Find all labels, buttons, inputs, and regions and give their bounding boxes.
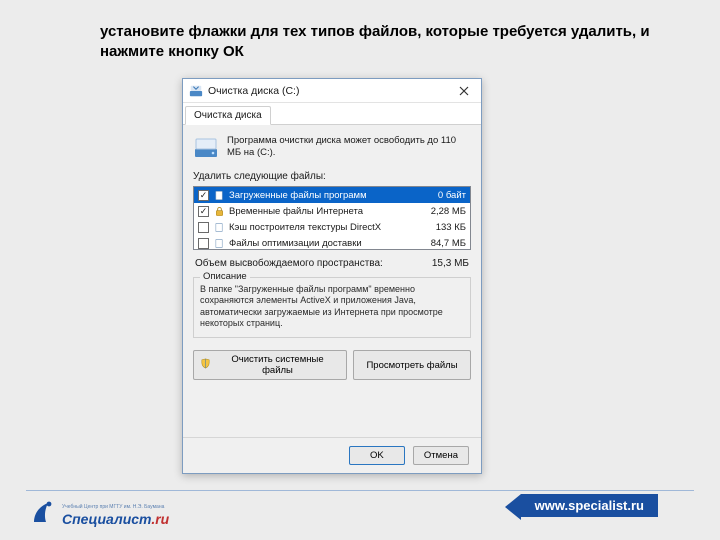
file-type-size: 84,7 МБ [418, 238, 466, 249]
logo-mark-icon [30, 498, 58, 526]
specialist-logo: Учебный Центр при МГТУ им. Н.Э. Баумана … [30, 498, 169, 526]
tabstrip: Очистка диска [183, 103, 481, 125]
view-files-label: Просмотреть файлы [366, 360, 457, 371]
description-group: Описание В папке "Загруженные файлы прог… [193, 277, 471, 338]
checkbox[interactable]: ✓ [198, 190, 209, 201]
view-files-button[interactable]: Просмотреть файлы [353, 350, 471, 380]
list-label: Удалить следующие файлы: [193, 171, 471, 182]
disk-cleanup-icon [189, 84, 203, 98]
checkbox[interactable] [198, 222, 209, 233]
file-type-name: Загруженные файлы программ [229, 190, 414, 201]
file-type-row[interactable]: Файлы оптимизации доставки 84,7 МБ [194, 235, 470, 250]
total-label: Объем высвобождаемого пространства: [195, 258, 383, 269]
file-type-size: 133 КБ [418, 222, 466, 233]
logo-subtitle: Учебный Центр при МГТУ им. Н.Э. Баумана [62, 505, 169, 510]
footer-divider [26, 490, 694, 491]
info-text: Программа очистки диска может освободить… [227, 135, 471, 161]
total-row: Объем высвобождаемого пространства: 15,3… [195, 258, 469, 269]
checkbox[interactable]: ✓ [198, 206, 209, 217]
dialog-footer: OK Отмена [183, 437, 481, 473]
ok-button[interactable]: OK [349, 446, 405, 465]
file-type-name: Файлы оптимизации доставки [229, 238, 414, 249]
disk-cleanup-window: Очистка диска (C:) Очистка диска Програм… [182, 78, 482, 474]
file-type-size: 2,28 МБ [418, 206, 466, 217]
slide-instruction: установите флажки для тех типов файлов, … [100, 22, 660, 63]
checkbox[interactable] [198, 238, 209, 249]
drive-icon [193, 135, 219, 161]
description-text: В папке "Загруженные файлы программ" вре… [200, 284, 464, 329]
file-icon [213, 237, 225, 249]
window-title: Очистка диска (C:) [208, 85, 447, 97]
file-type-row[interactable]: ✓ Временные файлы Интернета 2,28 МБ [194, 203, 470, 219]
file-type-name: Временные файлы Интернета [229, 206, 414, 217]
clean-system-files-label: Очистить системные файлы [215, 354, 340, 376]
cancel-button[interactable]: Отмена [413, 446, 469, 465]
shield-icon [200, 358, 211, 372]
titlebar: Очистка диска (C:) [183, 79, 481, 103]
tab-disk-cleanup[interactable]: Очистка диска [185, 106, 271, 125]
clean-system-files-button[interactable]: Очистить системные файлы [193, 350, 347, 380]
footer-url: www.specialist.ru [521, 494, 658, 517]
lock-icon [213, 205, 225, 217]
file-type-size: 0 байт [418, 190, 466, 201]
file-type-row[interactable]: Кэш построителя текстуры DirectX 133 КБ [194, 219, 470, 235]
total-value: 15,3 МБ [432, 258, 469, 269]
file-icon [213, 221, 225, 233]
file-type-name: Кэш построителя текстуры DirectX [229, 222, 414, 233]
close-icon[interactable] [447, 79, 481, 103]
file-type-row[interactable]: ✓ Загруженные файлы программ 0 байт [194, 187, 470, 203]
logo-wordmark: Специалист.ru [62, 512, 169, 526]
description-title: Описание [200, 271, 250, 282]
dialog-body: Программа очистки диска может освободить… [183, 125, 481, 386]
file-type-list[interactable]: ✓ Загруженные файлы программ 0 байт ✓ Времен… [193, 186, 471, 250]
file-icon [213, 189, 225, 201]
